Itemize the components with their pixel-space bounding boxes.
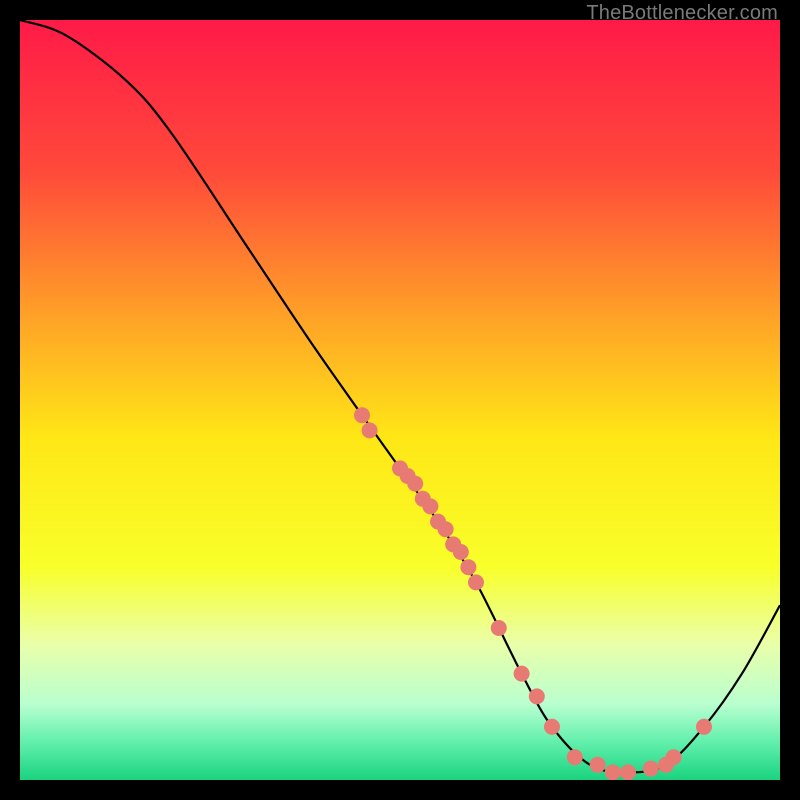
data-point: [422, 498, 438, 514]
data-point: [643, 761, 659, 777]
data-point: [666, 749, 682, 765]
data-point: [590, 757, 606, 773]
data-point: [491, 620, 507, 636]
data-point: [544, 719, 560, 735]
data-point: [354, 407, 370, 423]
data-point: [438, 521, 454, 537]
data-point: [696, 719, 712, 735]
data-point: [460, 559, 476, 575]
data-point: [468, 574, 484, 590]
data-point: [514, 666, 530, 682]
data-point: [529, 688, 545, 704]
data-point: [620, 764, 636, 780]
data-point: [453, 544, 469, 560]
data-point: [567, 749, 583, 765]
chart-background: [20, 20, 780, 780]
data-point: [605, 764, 621, 780]
data-point: [362, 422, 378, 438]
bottleneck-chart: [20, 20, 780, 780]
data-point: [407, 476, 423, 492]
